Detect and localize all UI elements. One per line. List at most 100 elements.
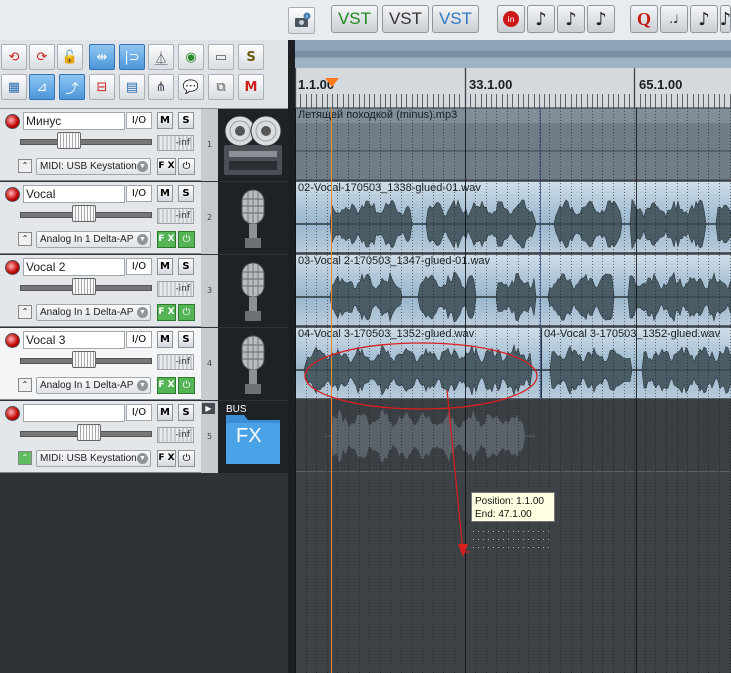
- lock-button[interactable]: 🔓: [57, 44, 83, 70]
- time-ruler[interactable]: 1.1.00 33.1.00 65.1.00: [295, 68, 731, 108]
- grid-button[interactable]: ▦: [1, 74, 27, 100]
- record-arm-button[interactable]: [5, 187, 20, 202]
- audio-clip[interactable]: 04-Vocal 3-170503_1352-glued.wav: [541, 328, 731, 398]
- track-lane-2[interactable]: 02-Vocal-170503_1338-glued-01.wav: [295, 181, 731, 253]
- fx-button[interactable]: F X: [157, 450, 176, 467]
- volume-fader-knob[interactable]: [72, 278, 96, 295]
- automation-button[interactable]: ⌃: [18, 378, 32, 392]
- record-arm-button[interactable]: [5, 406, 20, 421]
- automation-button[interactable]: ⌃: [18, 305, 32, 319]
- envelope-button[interactable]: ⊿: [29, 74, 55, 100]
- automation-button[interactable]: ⌃: [18, 159, 32, 173]
- sample-button[interactable]: S: [238, 44, 264, 70]
- record-arm-button[interactable]: [5, 333, 20, 348]
- io-button[interactable]: I/O: [126, 331, 152, 348]
- automation-button[interactable]: ⌃: [18, 451, 32, 465]
- input-select[interactable]: Analog In 1 Delta-AP ▼: [36, 304, 151, 321]
- track-name-field[interactable]: [23, 404, 125, 422]
- timeline-area[interactable]: 1.1.00 33.1.00 65.1.00 Летящей походкой …: [295, 40, 731, 673]
- playhead-marker-icon[interactable]: [325, 78, 339, 88]
- comment-button[interactable]: 💬: [178, 74, 204, 100]
- tuning-fork-button[interactable]: ⋔: [148, 74, 174, 100]
- volume-fader-knob[interactable]: [77, 424, 101, 441]
- solo-button[interactable]: S: [178, 258, 194, 275]
- power-button[interactable]: ⏻: [178, 377, 195, 394]
- note-button-5[interactable]: ♪: [690, 5, 718, 33]
- snap-button[interactable]: |⊃: [119, 44, 145, 70]
- playhead-cursor[interactable]: [331, 108, 332, 673]
- quantize-button[interactable]: Q: [630, 5, 658, 33]
- trim-button[interactable]: ⊟: [89, 74, 115, 100]
- audio-clip[interactable]: Летящей походкой (minus).mp3: [295, 109, 731, 179]
- fx-button[interactable]: F X: [157, 158, 176, 175]
- input-select[interactable]: MIDI: USB Keystation ▼: [36, 450, 151, 467]
- track-icon-frame[interactable]: BUS FX: [218, 401, 288, 473]
- track-icon-frame[interactable]: [218, 328, 288, 400]
- automation-button[interactable]: ⌃: [18, 232, 32, 246]
- track-3[interactable]: Vocal 2 I/O M S -inf ⌃ Analog In 1 Delta…: [0, 255, 288, 327]
- io-button[interactable]: I/O: [126, 258, 152, 275]
- vst-button-2[interactable]: VST: [382, 5, 429, 33]
- track-lane-5[interactable]: [295, 400, 731, 472]
- volume-fader-knob[interactable]: [72, 351, 96, 368]
- track-lane-4[interactable]: 04-Vocal 3-170503_1352-glued.wav 04-Vocal…: [295, 327, 731, 399]
- audio-clip[interactable]: 03-Vocal 2-170503_1347-glued-01.wav: [295, 255, 731, 325]
- panel-divider[interactable]: [288, 40, 295, 673]
- snapshot-button[interactable]: i: [288, 7, 315, 34]
- track-icon-frame[interactable]: [218, 255, 288, 327]
- track-5[interactable]: I/O M S -inf ⌃ MIDI: USB Keystation ▼ F X…: [0, 401, 288, 473]
- mute-button[interactable]: M: [157, 404, 173, 421]
- io-button[interactable]: I/O: [126, 185, 152, 202]
- note-button-1[interactable]: ♪: [527, 5, 555, 33]
- power-button[interactable]: ⏻: [178, 158, 195, 175]
- volume-fader-knob[interactable]: [57, 132, 81, 149]
- input-select[interactable]: Analog In 1 Delta-AP ▼: [36, 377, 151, 394]
- audio-clip[interactable]: 02-Vocal-170503_1338-glued-01.wav: [295, 182, 731, 252]
- note-button-3[interactable]: ♪: [587, 5, 615, 33]
- midi-input-button[interactable]: in: [497, 5, 525, 33]
- io-button[interactable]: I/O: [126, 404, 152, 421]
- fx-button[interactable]: F X: [157, 231, 176, 248]
- track-icon-frame[interactable]: [218, 109, 288, 181]
- folder-expand-icon[interactable]: ▶: [202, 403, 215, 414]
- volume-fader-knob[interactable]: [72, 205, 96, 222]
- copy-button[interactable]: ⧉: [208, 74, 234, 100]
- vst-button-1[interactable]: VST: [331, 5, 378, 33]
- split-button[interactable]: ⇹: [89, 44, 115, 70]
- track-1[interactable]: Минус I/O M S -inf ⌃ MIDI: USB Keystatio…: [0, 109, 288, 181]
- mute-button[interactable]: M: [157, 185, 173, 202]
- track-lane-1[interactable]: Летящей походкой (minus).mp3: [295, 108, 731, 180]
- solo-button[interactable]: S: [178, 404, 194, 421]
- input-select[interactable]: MIDI: USB Keystation ▼: [36, 158, 151, 175]
- record-arm-button[interactable]: [5, 114, 20, 129]
- mute-button[interactable]: M: [157, 331, 173, 348]
- mute-button[interactable]: M: [157, 258, 173, 275]
- track-icon-frame[interactable]: [218, 182, 288, 254]
- record-arm-button[interactable]: [5, 260, 20, 275]
- track-name-field[interactable]: Vocal 2: [23, 258, 125, 276]
- solo-button[interactable]: S: [178, 331, 194, 348]
- mute-button[interactable]: M: [157, 112, 173, 129]
- track-lane-3[interactable]: 03-Vocal 2-170503_1347-glued-01.wav: [295, 254, 731, 326]
- midi-mark-button[interactable]: M: [238, 74, 264, 100]
- folder-button[interactable]: ▭: [208, 44, 234, 70]
- auto-button[interactable]: ⤴: [59, 74, 85, 100]
- track-name-field[interactable]: Vocal 3: [23, 331, 125, 349]
- volume-fader-track[interactable]: [20, 139, 152, 145]
- fx-button[interactable]: F X: [157, 377, 176, 394]
- track-name-field[interactable]: Vocal: [23, 185, 125, 203]
- redo-button[interactable]: ⟳: [29, 44, 55, 70]
- piano-button[interactable]: ▤: [119, 74, 145, 100]
- metronome-button[interactable]: ⏅: [148, 44, 174, 70]
- fx-button[interactable]: F X: [157, 304, 176, 321]
- vst-button-3[interactable]: VST: [432, 5, 479, 33]
- power-button[interactable]: ⏻: [178, 304, 195, 321]
- note-button-6[interactable]: ♪: [720, 5, 731, 33]
- note-button-4[interactable]: .♩: [660, 5, 688, 33]
- io-button[interactable]: I/O: [126, 112, 152, 129]
- track-4[interactable]: Vocal 3 I/O M S -inf ⌃ Analog In 1 Delta…: [0, 328, 288, 400]
- solo-button[interactable]: S: [178, 185, 194, 202]
- track-name-field[interactable]: Минус: [23, 112, 125, 130]
- input-select[interactable]: Analog In 1 Delta-AP ▼: [36, 231, 151, 248]
- undo-button[interactable]: ⟲: [1, 44, 27, 70]
